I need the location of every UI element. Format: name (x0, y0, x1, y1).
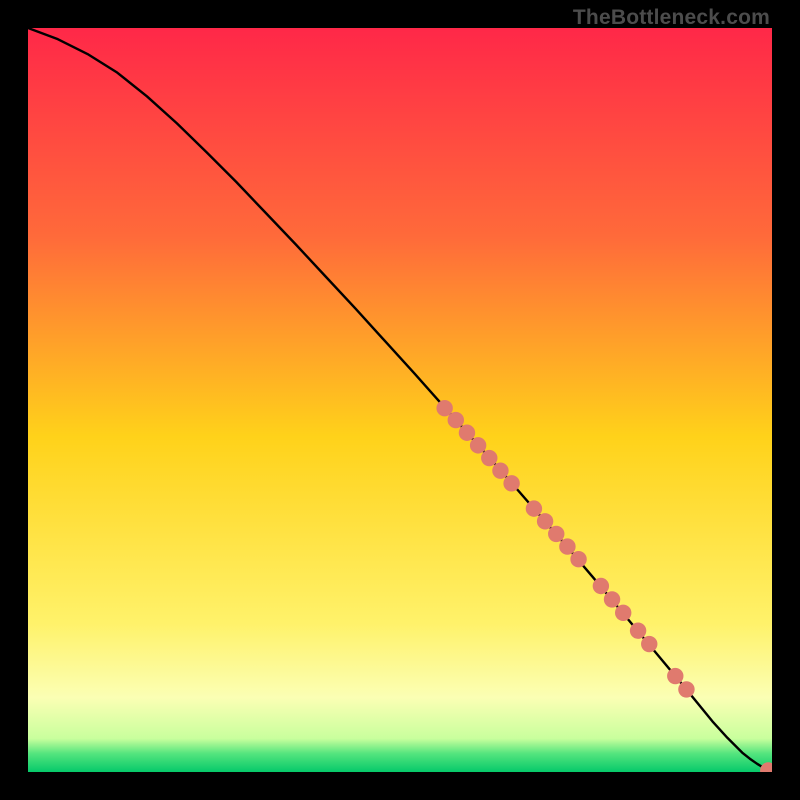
data-point (559, 538, 575, 554)
watermark-text: TheBottleneck.com (573, 6, 770, 30)
chart-svg (28, 28, 772, 772)
data-point (548, 526, 564, 542)
data-point (615, 605, 631, 621)
data-point (678, 681, 694, 697)
data-point (448, 412, 464, 428)
gradient-background (28, 28, 772, 772)
data-point (537, 513, 553, 529)
data-point (436, 400, 452, 416)
data-point (630, 622, 646, 638)
data-point (641, 636, 657, 652)
data-point (492, 462, 508, 478)
data-point (604, 591, 620, 607)
chart-plot-area (28, 28, 772, 772)
data-point (667, 668, 683, 684)
data-point (570, 551, 586, 567)
data-point (470, 437, 486, 453)
data-point (459, 425, 475, 441)
data-point (481, 450, 497, 466)
data-point (526, 500, 542, 516)
data-point (503, 475, 519, 491)
data-point (593, 578, 609, 594)
